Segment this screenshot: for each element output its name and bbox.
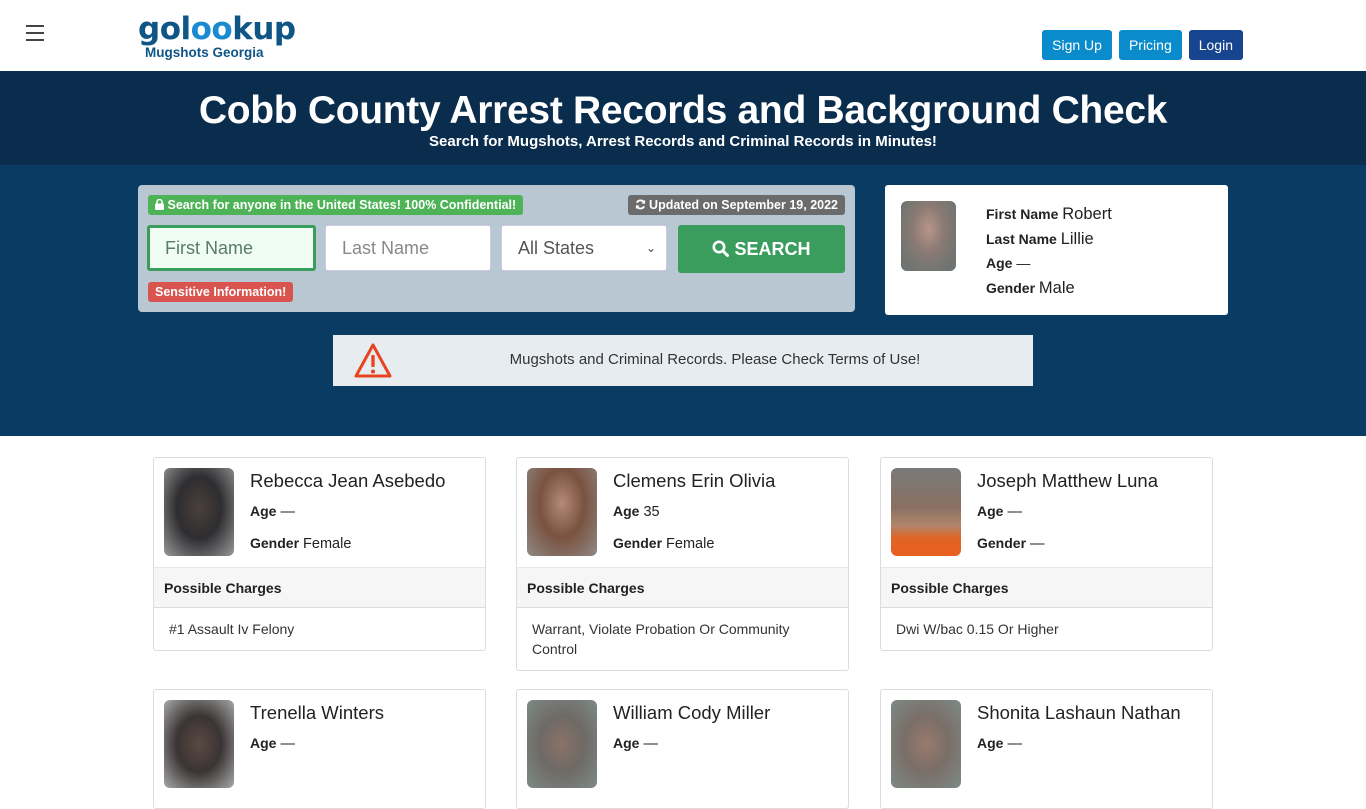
search-icon bbox=[712, 240, 730, 257]
record-card[interactable]: William Cody Miller Age — bbox=[516, 689, 849, 809]
search-section: Search for anyone in the United States! … bbox=[0, 165, 1366, 436]
page-title: Cobb County Arrest Records and Backgroun… bbox=[198, 89, 1168, 132]
sensitive-info-badge: Sensitive Information! bbox=[148, 282, 294, 302]
state-select[interactable]: All States ⌄ bbox=[501, 225, 667, 271]
page-subtitle: Search for Mugshots, Arrest Records and … bbox=[429, 133, 937, 150]
record-age: Age — bbox=[250, 735, 295, 752]
mugshot-photo bbox=[891, 700, 961, 788]
nav-buttons: Sign Up Pricing Login bbox=[1042, 30, 1243, 60]
confidential-badge: Search for anyone in the United States! … bbox=[148, 195, 524, 215]
record-name[interactable]: Rebecca Jean Asebedo bbox=[250, 470, 445, 492]
last-name-input[interactable]: Last Name bbox=[325, 225, 491, 271]
profile-first-name: Robert bbox=[1062, 205, 1112, 223]
record-card[interactable]: Rebecca Jean Asebedo Age — Gender Female… bbox=[153, 457, 486, 651]
record-age: Age — bbox=[977, 503, 1022, 520]
record-age: Age — bbox=[613, 735, 658, 752]
login-button[interactable]: Login bbox=[1188, 30, 1243, 60]
record-card[interactable]: Clemens Erin Olivia Age 35 Gender Female… bbox=[516, 457, 849, 671]
record-name[interactable]: Joseph Matthew Luna bbox=[977, 470, 1158, 492]
record-age: Age — bbox=[977, 735, 1022, 752]
charges-text: #1 Assault Iv Felony bbox=[169, 621, 295, 637]
mugshot-photo bbox=[527, 468, 597, 556]
first-name-input[interactable]: First Name bbox=[147, 225, 316, 271]
logo-wordmark: golookup bbox=[138, 11, 296, 47]
record-name[interactable]: Clemens Erin Olivia bbox=[613, 470, 775, 492]
record-gender: Gender Female bbox=[613, 535, 715, 552]
refresh-icon bbox=[635, 199, 645, 210]
profile-photo bbox=[901, 201, 956, 271]
profile-last-name: Lillie bbox=[1060, 229, 1094, 248]
possible-charges-header: Possible Charges bbox=[154, 567, 485, 608]
mugshot-photo bbox=[164, 700, 234, 788]
record-card[interactable]: Shonita Lashaun Nathan Age — bbox=[880, 689, 1213, 809]
mugshot-photo bbox=[891, 468, 961, 556]
chevron-down-icon: ⌄ bbox=[645, 241, 656, 255]
charges-text: Warrant, Violate Probation Or Community … bbox=[532, 621, 790, 657]
mugshot-photo bbox=[527, 700, 597, 788]
record-age: Age — bbox=[250, 503, 295, 520]
possible-charges-header: Possible Charges bbox=[517, 567, 848, 608]
search-button[interactable]: SEARCH bbox=[678, 225, 845, 273]
sign-up-button[interactable]: Sign Up bbox=[1042, 30, 1112, 60]
charges-text: Dwi W/bac 0.15 Or Higher bbox=[896, 621, 1059, 637]
record-card[interactable]: Trenella Winters Age — bbox=[153, 689, 486, 809]
hero-header: Cobb County Arrest Records and Backgroun… bbox=[0, 71, 1366, 165]
possible-charges-header: Possible Charges bbox=[881, 567, 1212, 608]
navbar: golookup Mugshots Georgia Sign Up Pricin… bbox=[0, 0, 1366, 71]
profile-info: First Name Robert Last Name Lillie Age —… bbox=[986, 205, 1112, 297]
mugshot-photo bbox=[164, 468, 234, 556]
hamburger-menu-icon[interactable] bbox=[26, 25, 44, 41]
search-panel: Search for anyone in the United States! … bbox=[138, 185, 855, 312]
record-name[interactable]: Shonita Lashaun Nathan bbox=[977, 702, 1181, 724]
record-card[interactable]: Joseph Matthew Luna Age — Gender — Possi… bbox=[880, 457, 1213, 651]
logo-subtitle: Mugshots Georgia bbox=[145, 45, 264, 60]
site-logo[interactable]: golookup Mugshots Georgia bbox=[138, 11, 296, 60]
featured-profile-card[interactable]: First Name Robert Last Name Lillie Age —… bbox=[885, 185, 1228, 315]
pricing-button[interactable]: Pricing bbox=[1118, 30, 1182, 60]
record-name[interactable]: William Cody Miller bbox=[613, 702, 770, 724]
record-name[interactable]: Trenella Winters bbox=[250, 702, 384, 724]
record-gender: Gender — bbox=[977, 535, 1045, 552]
record-age: Age 35 bbox=[613, 503, 660, 520]
terms-notice: Mugshots and Criminal Records. Please Ch… bbox=[333, 335, 1033, 386]
updated-badge: Updated on September 19, 2022 bbox=[627, 195, 845, 215]
profile-age: — bbox=[1016, 255, 1031, 271]
record-gender: Gender Female bbox=[250, 535, 352, 552]
lock-icon bbox=[155, 198, 164, 210]
profile-gender: Male bbox=[1038, 278, 1075, 297]
notice-text: Mugshots and Criminal Records. Please Ch… bbox=[509, 351, 921, 368]
